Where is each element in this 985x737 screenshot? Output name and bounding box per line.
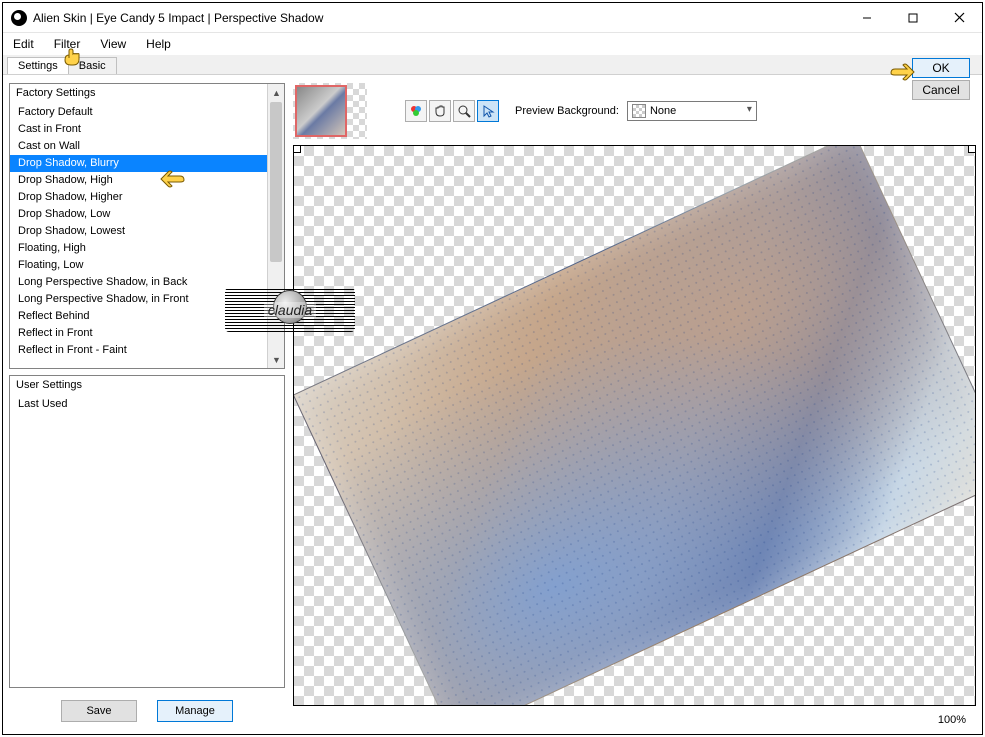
preview-background-select[interactable]: None — [627, 101, 757, 121]
scroll-thumb[interactable] — [270, 102, 282, 262]
list-item[interactable]: Reflect in Front - Faint — [10, 342, 267, 359]
factory-settings-list[interactable]: Factory Settings Factory DefaultCast in … — [9, 83, 285, 369]
scroll-up-icon[interactable]: ▲ — [268, 84, 285, 101]
resize-handle[interactable] — [968, 145, 976, 153]
list-item[interactable]: Factory Default — [10, 104, 267, 121]
user-settings-list[interactable]: User Settings Last Used — [9, 375, 285, 688]
preset-buttons: Save Manage — [9, 694, 285, 728]
factory-settings-header: Factory Settings — [10, 84, 284, 102]
settings-panel: Factory Settings Factory DefaultCast in … — [9, 83, 285, 728]
list-item[interactable]: Drop Shadow, High — [10, 172, 267, 189]
menu-help[interactable]: Help — [142, 35, 175, 53]
preview-background-label: Preview Background: — [515, 105, 619, 117]
menubar: Edit Filter View Help — [3, 33, 982, 55]
app-icon — [11, 10, 27, 26]
list-item[interactable]: Drop Shadow, Lowest — [10, 223, 267, 240]
ok-button[interactable]: OK — [912, 58, 970, 78]
list-item[interactable]: Drop Shadow, Higher — [10, 189, 267, 206]
scroll-down-icon[interactable]: ▼ — [268, 351, 285, 368]
preview-content — [293, 145, 976, 706]
tab-basic[interactable]: Basic — [68, 57, 117, 74]
color-picker-tool-icon[interactable] — [405, 100, 427, 122]
preview-background-value: None — [650, 105, 676, 117]
pointer-tool-icon[interactable] — [477, 100, 499, 122]
menu-view[interactable]: View — [96, 35, 130, 53]
list-item[interactable]: Long Perspective Shadow, in Back — [10, 274, 267, 291]
tabstrip: Settings Basic — [3, 55, 982, 75]
save-button[interactable]: Save — [61, 700, 137, 722]
close-button[interactable] — [936, 3, 982, 33]
list-item[interactable]: Reflect Behind — [10, 308, 267, 325]
list-item[interactable]: Cast on Wall — [10, 138, 267, 155]
list-item[interactable]: Drop Shadow, Blurry — [10, 155, 267, 172]
transparency-swatch-icon — [632, 104, 646, 118]
list-item[interactable]: Cast in Front — [10, 121, 267, 138]
list-item[interactable]: Floating, High — [10, 240, 267, 257]
scrollbar[interactable]: ▲ ▼ — [267, 84, 284, 368]
thumbnail-area — [293, 83, 367, 139]
hand-tool-icon[interactable] — [429, 100, 451, 122]
zoom-level: 100% — [928, 712, 976, 728]
list-item[interactable]: Reflect in Front — [10, 325, 267, 342]
list-item[interactable]: Drop Shadow, Low — [10, 206, 267, 223]
thumbnail[interactable] — [295, 85, 347, 137]
zoom-tool-icon[interactable] — [453, 100, 475, 122]
menu-filter[interactable]: Filter — [50, 35, 85, 53]
preview-canvas[interactable] — [293, 145, 976, 706]
tab-settings[interactable]: Settings — [7, 57, 69, 74]
menu-edit[interactable]: Edit — [9, 35, 38, 53]
resize-handle[interactable] — [293, 145, 301, 153]
manage-button[interactable]: Manage — [157, 700, 233, 722]
user-settings-header: User Settings — [10, 376, 284, 394]
plugin-window: Alien Skin | Eye Candy 5 Impact | Perspe… — [2, 2, 983, 735]
preview-toolbar: Preview Background: None — [293, 83, 976, 139]
maximize-button[interactable] — [890, 3, 936, 33]
titlebar: Alien Skin | Eye Candy 5 Impact | Perspe… — [3, 3, 982, 33]
list-item[interactable]: Floating, Low — [10, 257, 267, 274]
minimize-button[interactable] — [844, 3, 890, 33]
preview-panel: Preview Background: None 100% — [293, 83, 976, 728]
window-title: Alien Skin | Eye Candy 5 Impact | Perspe… — [33, 11, 323, 25]
list-item[interactable]: Long Perspective Shadow, in Front — [10, 291, 267, 308]
list-item[interactable]: Last Used — [10, 396, 267, 413]
